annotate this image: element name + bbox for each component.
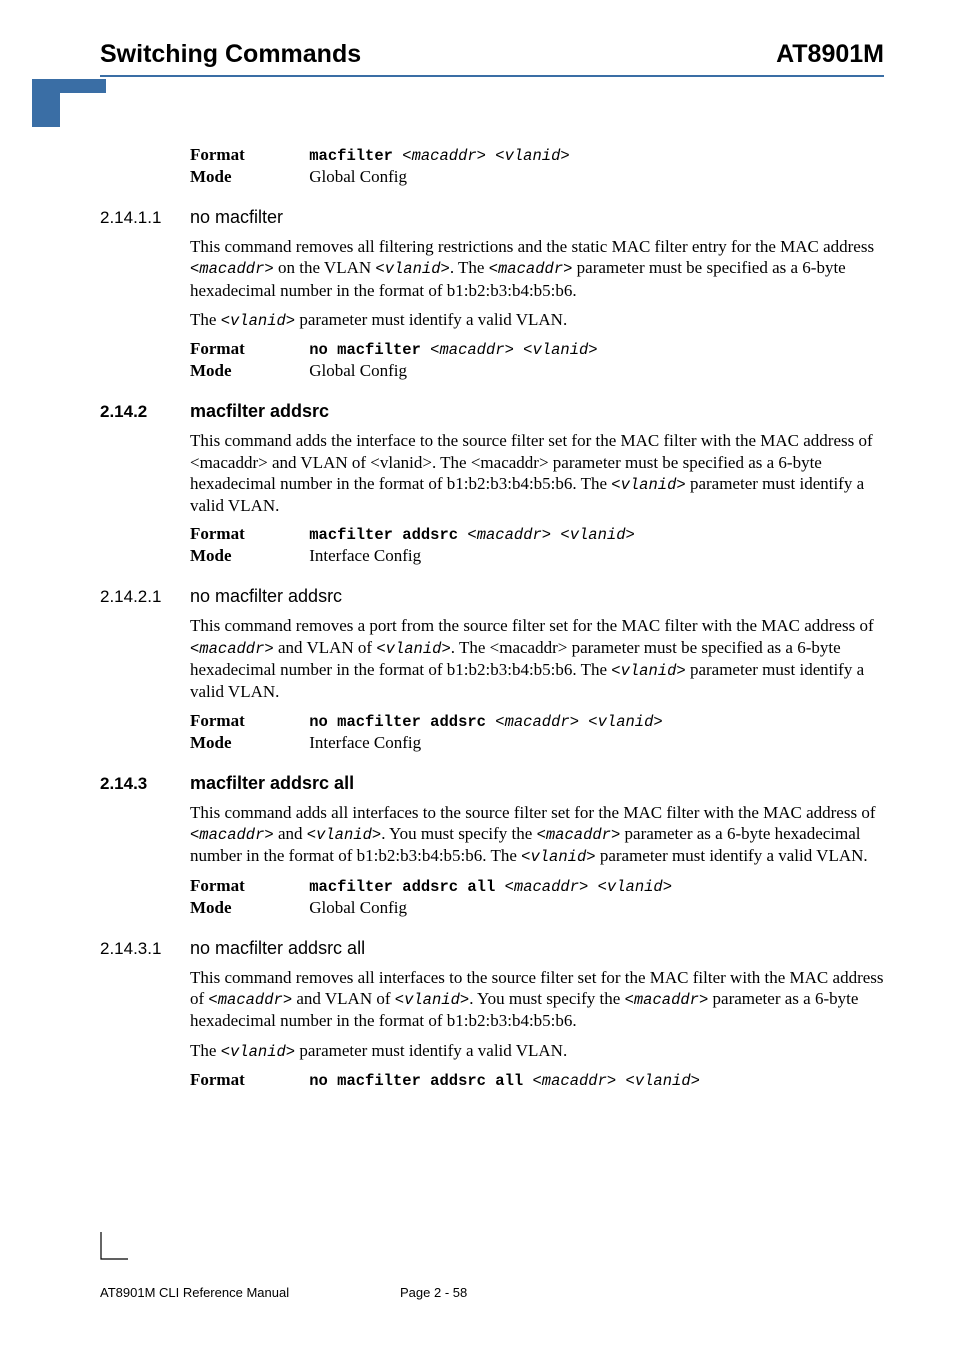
cmd-text: no macfilter addsrc [309,713,495,731]
format-label: Format [190,876,305,896]
section-title: no macfilter addsrc [190,586,342,607]
paragraph: This command removes all filtering restr… [190,236,884,301]
cmd-args: <macaddr> <vlanid> [533,1072,700,1090]
mode-value: Interface Config [309,733,421,752]
format-label: Format [190,1070,305,1090]
format-label: Format [190,145,305,165]
section-number: 2.14.3.1 [100,939,190,959]
cmd-args: <macaddr> <vlanid> [495,713,662,731]
cmd-args: <macaddr> <vlanid> [505,878,672,896]
section-title: no macfilter addsrc all [190,938,365,959]
header-right: AT8901M [776,40,884,69]
mode-label: Mode [190,546,305,566]
footer-page: Page 2 - 58 [400,1285,467,1300]
section-number: 2.14.3 [100,774,190,794]
mode-value: Interface Config [309,546,421,565]
mode-label: Mode [190,733,305,753]
format-label: Format [190,711,305,731]
mode-label: Mode [190,167,305,187]
cmd-text: macfilter addsrc [309,526,467,544]
section-number: 2.14.2.1 [100,587,190,607]
mode-value: Global Config [309,361,407,380]
section-number: 2.14.2 [100,402,190,422]
paragraph: This command adds all interfaces to the … [190,802,884,868]
cmd-text: macfilter addsrc all [309,878,504,896]
paragraph: This command removes a port from the sou… [190,615,884,702]
cmd-text: macfilter [309,147,402,165]
cmd-args: <macaddr> <vlanid> [430,341,597,359]
section-title: macfilter addsrc all [190,773,354,794]
cmd-text: no macfilter [309,341,430,359]
header-rule [100,75,884,77]
section-title: no macfilter [190,207,283,228]
paragraph: The <vlanid> parameter must identify a v… [190,309,884,331]
cmd-args: <macaddr> <vlanid> [402,147,569,165]
footer-corner-icon [100,1232,128,1265]
mode-label: Mode [190,361,305,381]
mode-value: Global Config [309,898,407,917]
format-label: Format [190,339,305,359]
mode-label: Mode [190,898,305,918]
section-number: 2.14.1.1 [100,208,190,228]
cmd-args: <macaddr> <vlanid> [467,526,634,544]
header-left: Switching Commands [100,40,361,69]
mode-value: Global Config [309,167,407,186]
paragraph: The <vlanid> parameter must identify a v… [190,1040,884,1062]
footer-left: AT8901M CLI Reference Manual [100,1285,289,1300]
brand-mark-icon [32,79,884,127]
cmd-text: no macfilter addsrc all [309,1072,532,1090]
section-title: macfilter addsrc [190,401,329,422]
paragraph: This command removes all interfaces to t… [190,967,884,1032]
format-label: Format [190,524,305,544]
paragraph: This command adds the interface to the s… [190,430,884,516]
